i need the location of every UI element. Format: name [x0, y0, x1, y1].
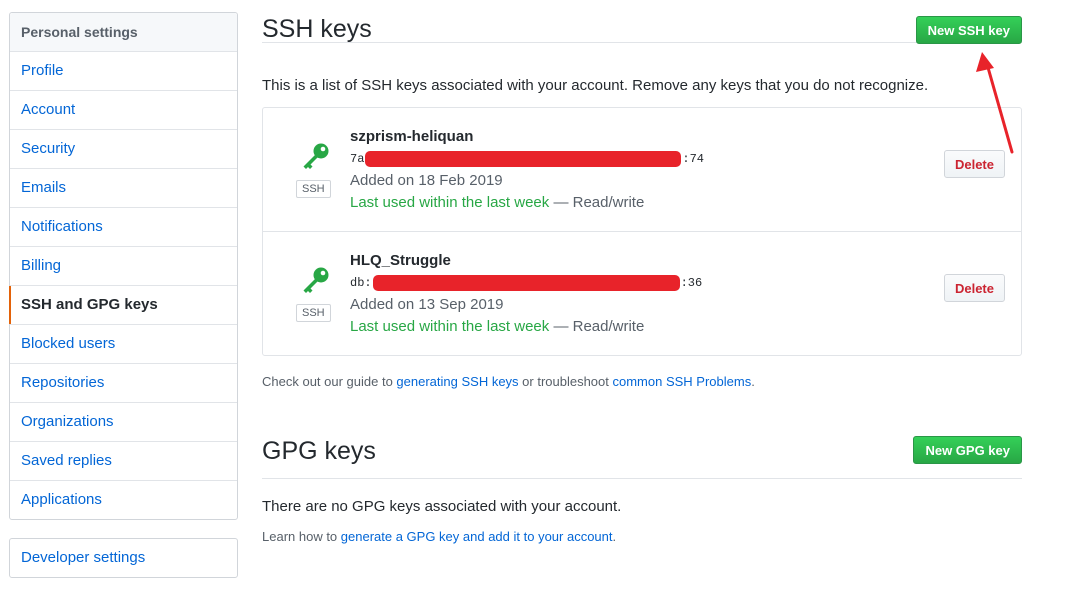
ssh-type-label: SSH: [296, 180, 331, 198]
settings-sidebar: Personal settings Profile Account Securi…: [9, 12, 238, 520]
access-level: — Read/write: [549, 318, 645, 335]
delete-ssh-key-button[interactable]: Delete: [943, 274, 1005, 302]
sidebar-item-blocked-users[interactable]: Blocked users: [10, 325, 237, 364]
sidebar-item-emails[interactable]: Emails: [10, 169, 237, 208]
ssh-key-added-date: Added on 13 Sep 2019: [350, 296, 504, 313]
guide-middle: or troubleshoot: [518, 374, 613, 389]
sidebar-item-developer-settings[interactable]: Developer settings: [10, 539, 237, 577]
ssh-intro-text: This is a list of SSH keys associated wi…: [262, 77, 929, 94]
fingerprint-start: db:: [350, 276, 372, 290]
generate-gpg-key-link[interactable]: generate a GPG key and add it to your ac…: [341, 529, 613, 544]
learn-prefix: Learn how to: [262, 529, 341, 544]
ssh-key-name: szprism-heliquan: [350, 128, 474, 145]
ssh-keys-header: SSH keys New SSH key: [262, 0, 1022, 44]
common-ssh-problems-link[interactable]: common SSH Problems: [613, 374, 752, 389]
guide-prefix: Check out our guide to: [262, 374, 397, 389]
sidebar-item-profile[interactable]: Profile: [10, 52, 237, 91]
ssh-key-last-used: Last used within the last week — Read/wr…: [350, 318, 644, 335]
gpg-learn-note: Learn how to generate a GPG key and add …: [262, 529, 616, 544]
arrow-annotation: [976, 52, 1014, 154]
gpg-keys-header: GPG keys New GPG key: [262, 421, 1022, 479]
ssh-key-fingerprint: db: :36: [350, 275, 702, 291]
ssh-key-added-date: Added on 18 Feb 2019: [350, 172, 503, 189]
ssh-keys-title: SSH keys: [262, 15, 372, 43]
ssh-key-last-used: Last used within the last week — Read/wr…: [350, 194, 644, 211]
ssh-key-fingerprint: 7a :74: [350, 151, 704, 167]
key-icon: [303, 267, 329, 293]
sidebar-item-organizations[interactable]: Organizations: [10, 403, 237, 442]
sidebar-item-notifications[interactable]: Notifications: [10, 208, 237, 247]
sidebar-heading: Personal settings: [10, 13, 237, 52]
ssh-guide-note: Check out our guide to generating SSH ke…: [262, 374, 755, 389]
ssh-key-list: SSH szprism-heliquan 7a :74 Added on 18 …: [262, 107, 1022, 356]
fingerprint-end: :36: [680, 276, 703, 290]
ssh-key-name: HLQ_Struggle: [350, 252, 451, 269]
fingerprint-end: :74: [682, 152, 705, 166]
sidebar-item-applications[interactable]: Applications: [10, 481, 237, 519]
ssh-key-row: SSH szprism-heliquan 7a :74 Added on 18 …: [263, 108, 1021, 231]
fingerprint-start: 7a: [350, 152, 365, 166]
guide-suffix: .: [751, 374, 755, 389]
learn-suffix: .: [612, 529, 617, 544]
gpg-keys-title: GPG keys: [262, 437, 376, 465]
sidebar-item-saved-replies[interactable]: Saved replies: [10, 442, 237, 481]
sidebar-item-repositories[interactable]: Repositories: [10, 364, 237, 403]
generating-ssh-keys-link[interactable]: generating SSH keys: [396, 374, 518, 389]
ssh-type-label: SSH: [296, 304, 331, 322]
key-icon: [303, 143, 329, 169]
sidebar-item-ssh-gpg-keys[interactable]: SSH and GPG keys: [9, 286, 237, 325]
fingerprint-redaction: [372, 275, 680, 291]
sidebar-item-billing[interactable]: Billing: [10, 247, 237, 286]
new-gpg-key-button[interactable]: New GPG key: [913, 436, 1022, 464]
new-ssh-key-button[interactable]: New SSH key: [915, 16, 1022, 44]
gpg-empty-text: There are no GPG keys associated with yo…: [262, 498, 622, 515]
last-used-text: Last used within the last week: [350, 194, 550, 211]
sidebar-item-account[interactable]: Account: [10, 91, 237, 130]
access-level: — Read/write: [549, 194, 645, 211]
developer-settings-menu: Developer settings: [9, 538, 238, 578]
ssh-key-row: SSH HLQ_Struggle db: :36 Added on 13 Sep…: [263, 231, 1021, 355]
last-used-text: Last used within the last week: [350, 318, 550, 335]
sidebar-item-security[interactable]: Security: [10, 130, 237, 169]
fingerprint-redaction: [365, 151, 682, 167]
